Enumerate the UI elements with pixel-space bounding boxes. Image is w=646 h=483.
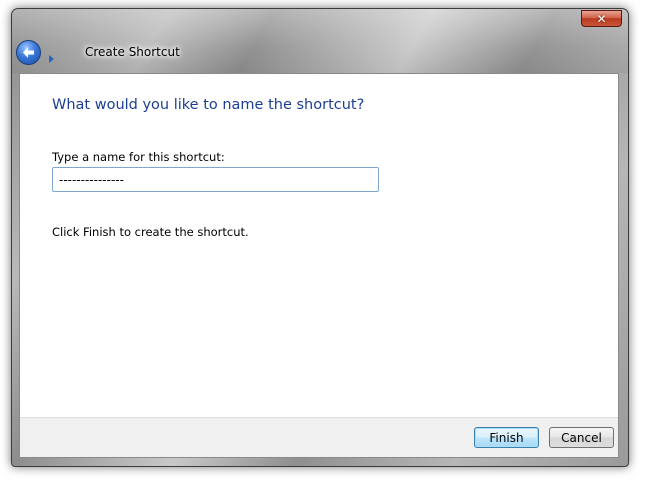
- close-button[interactable]: ✕: [581, 10, 622, 27]
- create-shortcut-window: ✕ Create Shortcut What would you like to…: [11, 8, 629, 467]
- finish-button[interactable]: Finish: [474, 427, 539, 448]
- forward-arrow-icon: [49, 55, 54, 63]
- button-bar: Finish Cancel: [20, 417, 618, 457]
- page-heading: What would you like to name the shortcut…: [52, 97, 365, 113]
- title-bar[interactable]: [12, 9, 628, 73]
- shortcut-name-input[interactable]: [52, 167, 379, 192]
- back-button[interactable]: [16, 40, 41, 65]
- back-arrow-icon: [23, 47, 34, 58]
- finish-instruction: Click Finish to create the shortcut.: [52, 225, 249, 239]
- wizard-content: What would you like to name the shortcut…: [19, 73, 619, 458]
- shortcut-name-label: Type a name for this shortcut:: [52, 150, 225, 164]
- cancel-button[interactable]: Cancel: [549, 427, 614, 448]
- forward-button[interactable]: [47, 49, 57, 63]
- window-title: Create Shortcut: [85, 45, 180, 59]
- close-icon: ✕: [596, 11, 607, 26]
